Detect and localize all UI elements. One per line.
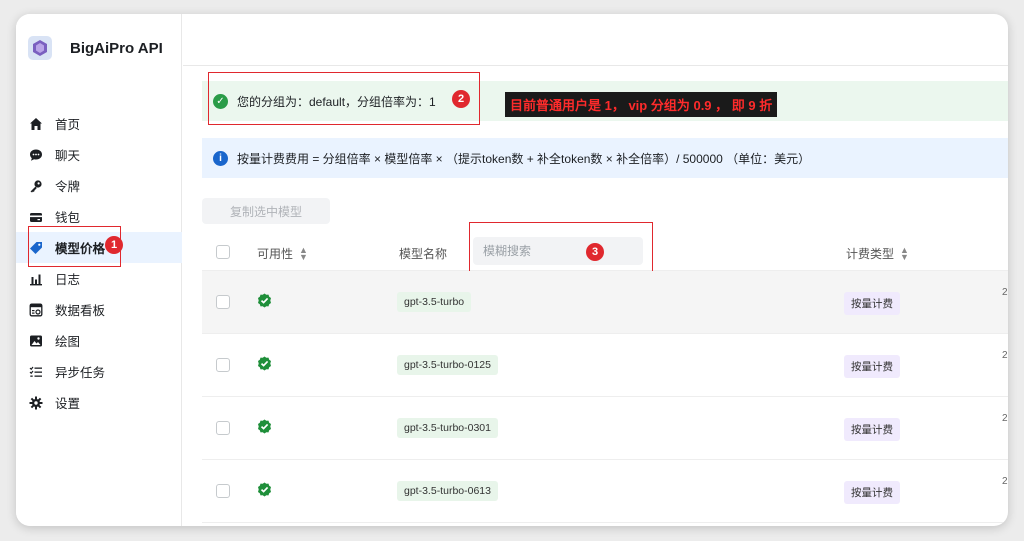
billing-type-tag: 按量计费 <box>844 355 900 378</box>
image-icon <box>28 333 44 349</box>
billing-type-tag: 按量计费 <box>844 292 900 315</box>
sort-icon[interactable]: ▲ ▼ <box>900 245 909 261</box>
sidebar-item-label: 日志 <box>55 273 81 287</box>
row-checkbox[interactable] <box>216 421 230 435</box>
sidebar-item-label: 绘图 <box>55 335 81 349</box>
sidebar-item-label: 设置 <box>55 397 81 411</box>
sidebar-item-async-tasks[interactable]: 异步任务 <box>16 356 182 387</box>
row-edge-value: 2 <box>1002 287 1008 298</box>
task-list-icon <box>28 364 44 380</box>
key-icon <box>28 178 44 194</box>
sidebar-item-dashboard[interactable]: 数据看板 <box>16 294 182 325</box>
chat-icon <box>28 147 44 163</box>
annotation-note: 目前普通用户是 1， vip 分组为 0.9 ， 即 9 折 <box>505 92 778 117</box>
annotation-marker-1: 1 <box>105 236 123 254</box>
row-edge-value: 2 <box>1002 350 1008 361</box>
model-name-tag[interactable]: gpt-3.5-turbo-0301 <box>397 418 498 438</box>
sidebar-item-label: 聊天 <box>55 149 81 163</box>
model-name-tag[interactable]: gpt-3.5-turbo-0125 <box>397 355 498 375</box>
brand[interactable]: BigAiPro API <box>28 36 163 60</box>
column-model-name-label: 模型名称 <box>399 247 448 261</box>
table-row[interactable]: gpt-3.5-turbo-0613 按量计费 2 <box>202 460 1008 523</box>
pricing-formula-banner: i 按量计费费用 = 分组倍率 × 模型倍率 × （提示token数 + 补全t… <box>202 138 1008 178</box>
bar-chart-icon <box>28 271 44 287</box>
sidebar-item-chat[interactable]: 聊天 <box>16 139 182 170</box>
check-badge-icon <box>257 482 272 502</box>
top-bar <box>183 14 1008 66</box>
row-edge-value: 2 <box>1002 413 1008 424</box>
info-icon: i <box>213 150 228 166</box>
home-icon <box>28 116 44 132</box>
wallet-icon <box>28 209 44 225</box>
sidebar-item-drawing[interactable]: 绘图 <box>16 325 182 356</box>
sidebar-item-settings[interactable]: 设置 <box>16 387 182 418</box>
sort-icon[interactable]: ▲ ▼ <box>299 245 308 261</box>
table-row[interactable]: gpt-3.5-turbo 按量计费 2 <box>202 271 1008 334</box>
pricing-formula-text: 按量计费费用 = 分组倍率 × 模型倍率 × （提示token数 + 补全tok… <box>237 151 811 166</box>
billing-type-tag: 按量计费 <box>844 481 900 504</box>
column-availability[interactable]: 可用性 ▲ ▼ <box>257 245 308 262</box>
table-row[interactable]: gpt-3.5-turbo-0125 按量计费 2 <box>202 334 1008 397</box>
table-row[interactable]: gpt-3.5-turbo-0301 按量计费 2 <box>202 397 1008 460</box>
row-checkbox[interactable] <box>216 295 230 309</box>
copy-selected-models-button[interactable]: 复制选中模型 <box>202 198 330 224</box>
sidebar-item-logs[interactable]: 日志 <box>16 263 182 294</box>
select-all-checkbox[interactable] <box>216 245 230 259</box>
sidebar-item-label: 令牌 <box>55 180 81 194</box>
dashboard-icon <box>28 302 44 318</box>
row-checkbox[interactable] <box>216 484 230 498</box>
sidebar-item-label: 数据看板 <box>55 304 106 318</box>
column-billing-type-label: 计费类型 <box>846 247 895 261</box>
sidebar-item-tokens[interactable]: 令牌 <box>16 170 182 201</box>
sidebar: BigAiPro API 首页 聊天 令牌 钱包 模型价格 日志 数据看板 绘图… <box>16 14 182 526</box>
app-name: BigAiPro API <box>70 39 163 57</box>
row-checkbox[interactable] <box>216 358 230 372</box>
row-edge-value: 2 <box>1002 476 1008 487</box>
annotation-marker-2: 2 <box>452 90 470 108</box>
annotation-marker-3: 3 <box>586 243 604 261</box>
check-badge-icon <box>257 419 272 439</box>
app-logo <box>28 36 52 60</box>
check-badge-icon <box>257 293 272 313</box>
gear-icon <box>28 395 44 411</box>
model-name-tag[interactable]: gpt-3.5-turbo-0613 <box>397 481 498 501</box>
column-billing-type[interactable]: 计费类型 ▲ ▼ <box>846 245 909 262</box>
sidebar-item-label: 首页 <box>55 118 81 132</box>
main-content: ✓ 您的分组为：default，分组倍率为：1 目前普通用户是 1， vip 分… <box>183 14 1008 526</box>
app-window: BigAiPro API 首页 聊天 令牌 钱包 模型价格 日志 数据看板 绘图… <box>16 14 1008 526</box>
sidebar-item-home[interactable]: 首页 <box>16 108 182 139</box>
annotation-box-2 <box>208 72 480 125</box>
model-name-tag[interactable]: gpt-3.5-turbo <box>397 292 472 312</box>
sidebar-item-label: 钱包 <box>55 211 81 225</box>
billing-type-tag: 按量计费 <box>844 418 900 441</box>
column-model-name: 模型名称 <box>399 245 447 262</box>
sidebar-item-label: 异步任务 <box>55 366 106 380</box>
column-availability-label: 可用性 <box>257 247 294 261</box>
check-badge-icon <box>257 356 272 376</box>
